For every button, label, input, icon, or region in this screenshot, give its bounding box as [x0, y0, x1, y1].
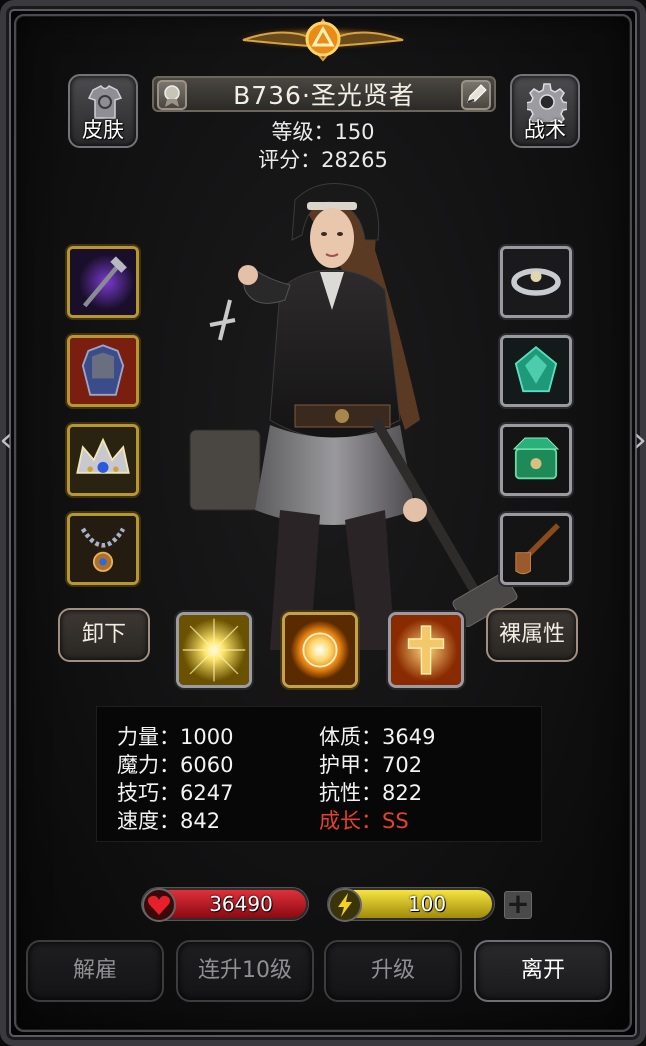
stat-strength: 力量：1000: [117, 725, 234, 749]
equip-slot-armor[interactable]: [67, 335, 139, 407]
skill-slot-1[interactable]: [176, 612, 252, 688]
light-burst-icon: [179, 615, 249, 685]
stat-skill: 技巧：6247: [117, 781, 234, 805]
pipe-icon: [503, 516, 569, 582]
prev-arrow-icon[interactable]: ‹: [0, 420, 16, 460]
top-emblem-icon: [235, 18, 411, 62]
stats-panel: 力量：1000 魔力：6060 技巧：6247 速度：842 体质：3649 护…: [96, 706, 542, 842]
equip-slot-pipe[interactable]: [500, 513, 572, 585]
skill-slot-2[interactable]: [282, 612, 358, 688]
equip-slot-necklace[interactable]: [67, 513, 139, 585]
equip-slot-gem[interactable]: [500, 335, 572, 407]
energy-value: 100: [407, 892, 447, 916]
stat-speed: 速度：842: [117, 809, 221, 833]
energy-bar: 100: [328, 888, 494, 922]
equip-slot-box[interactable]: [500, 424, 572, 496]
next-arrow-icon[interactable]: ›: [630, 420, 646, 460]
stat-growth: 成长：SS: [319, 809, 409, 833]
heart-icon: [142, 888, 176, 922]
sun-orb-icon: [285, 615, 355, 685]
leave-button[interactable]: 离开: [474, 940, 612, 1002]
add-energy-button[interactable]: +: [504, 890, 532, 919]
dismiss-button[interactable]: 解雇: [26, 940, 164, 1002]
score-text: 评分：28265: [258, 148, 388, 172]
hp-bar: 36490: [142, 888, 308, 922]
ring-icon: [503, 249, 569, 315]
unequip-button[interactable]: 卸下: [58, 608, 150, 662]
hp-value: 36490: [209, 892, 273, 916]
pencil-icon[interactable]: [461, 80, 491, 110]
necklace-icon: [70, 516, 136, 582]
holy-cross-icon: [391, 615, 461, 685]
equip-slot-crown[interactable]: [67, 424, 139, 496]
skill-slot-3[interactable]: [388, 612, 464, 688]
jade-box-icon: [503, 427, 569, 493]
character-name-bar: B736·圣光贤者: [152, 76, 496, 112]
upgrade-button[interactable]: 升级: [324, 940, 462, 1002]
stat-resistance: 抗性：822: [319, 781, 423, 805]
character-name: B736·圣光贤者: [233, 81, 415, 110]
level-text: 等级：150: [271, 120, 375, 144]
armor-icon: [70, 338, 136, 404]
lightning-icon: [328, 888, 362, 922]
character-portrait: [189, 183, 518, 650]
staff-icon: [70, 249, 136, 315]
medal-icon[interactable]: [157, 80, 187, 110]
stat-constitution: 体质：3649: [319, 725, 436, 749]
gem-icon: [503, 338, 569, 404]
stat-armor: 护甲：702: [319, 753, 423, 777]
base-attributes-button[interactable]: 裸属性: [486, 608, 578, 662]
upgrade-10-button[interactable]: 连升10级: [176, 940, 314, 1002]
equip-slot-ring[interactable]: [500, 246, 572, 318]
stat-magic: 魔力：6060: [117, 753, 234, 777]
crown-icon: [70, 427, 136, 493]
equip-slot-staff[interactable]: [67, 246, 139, 318]
